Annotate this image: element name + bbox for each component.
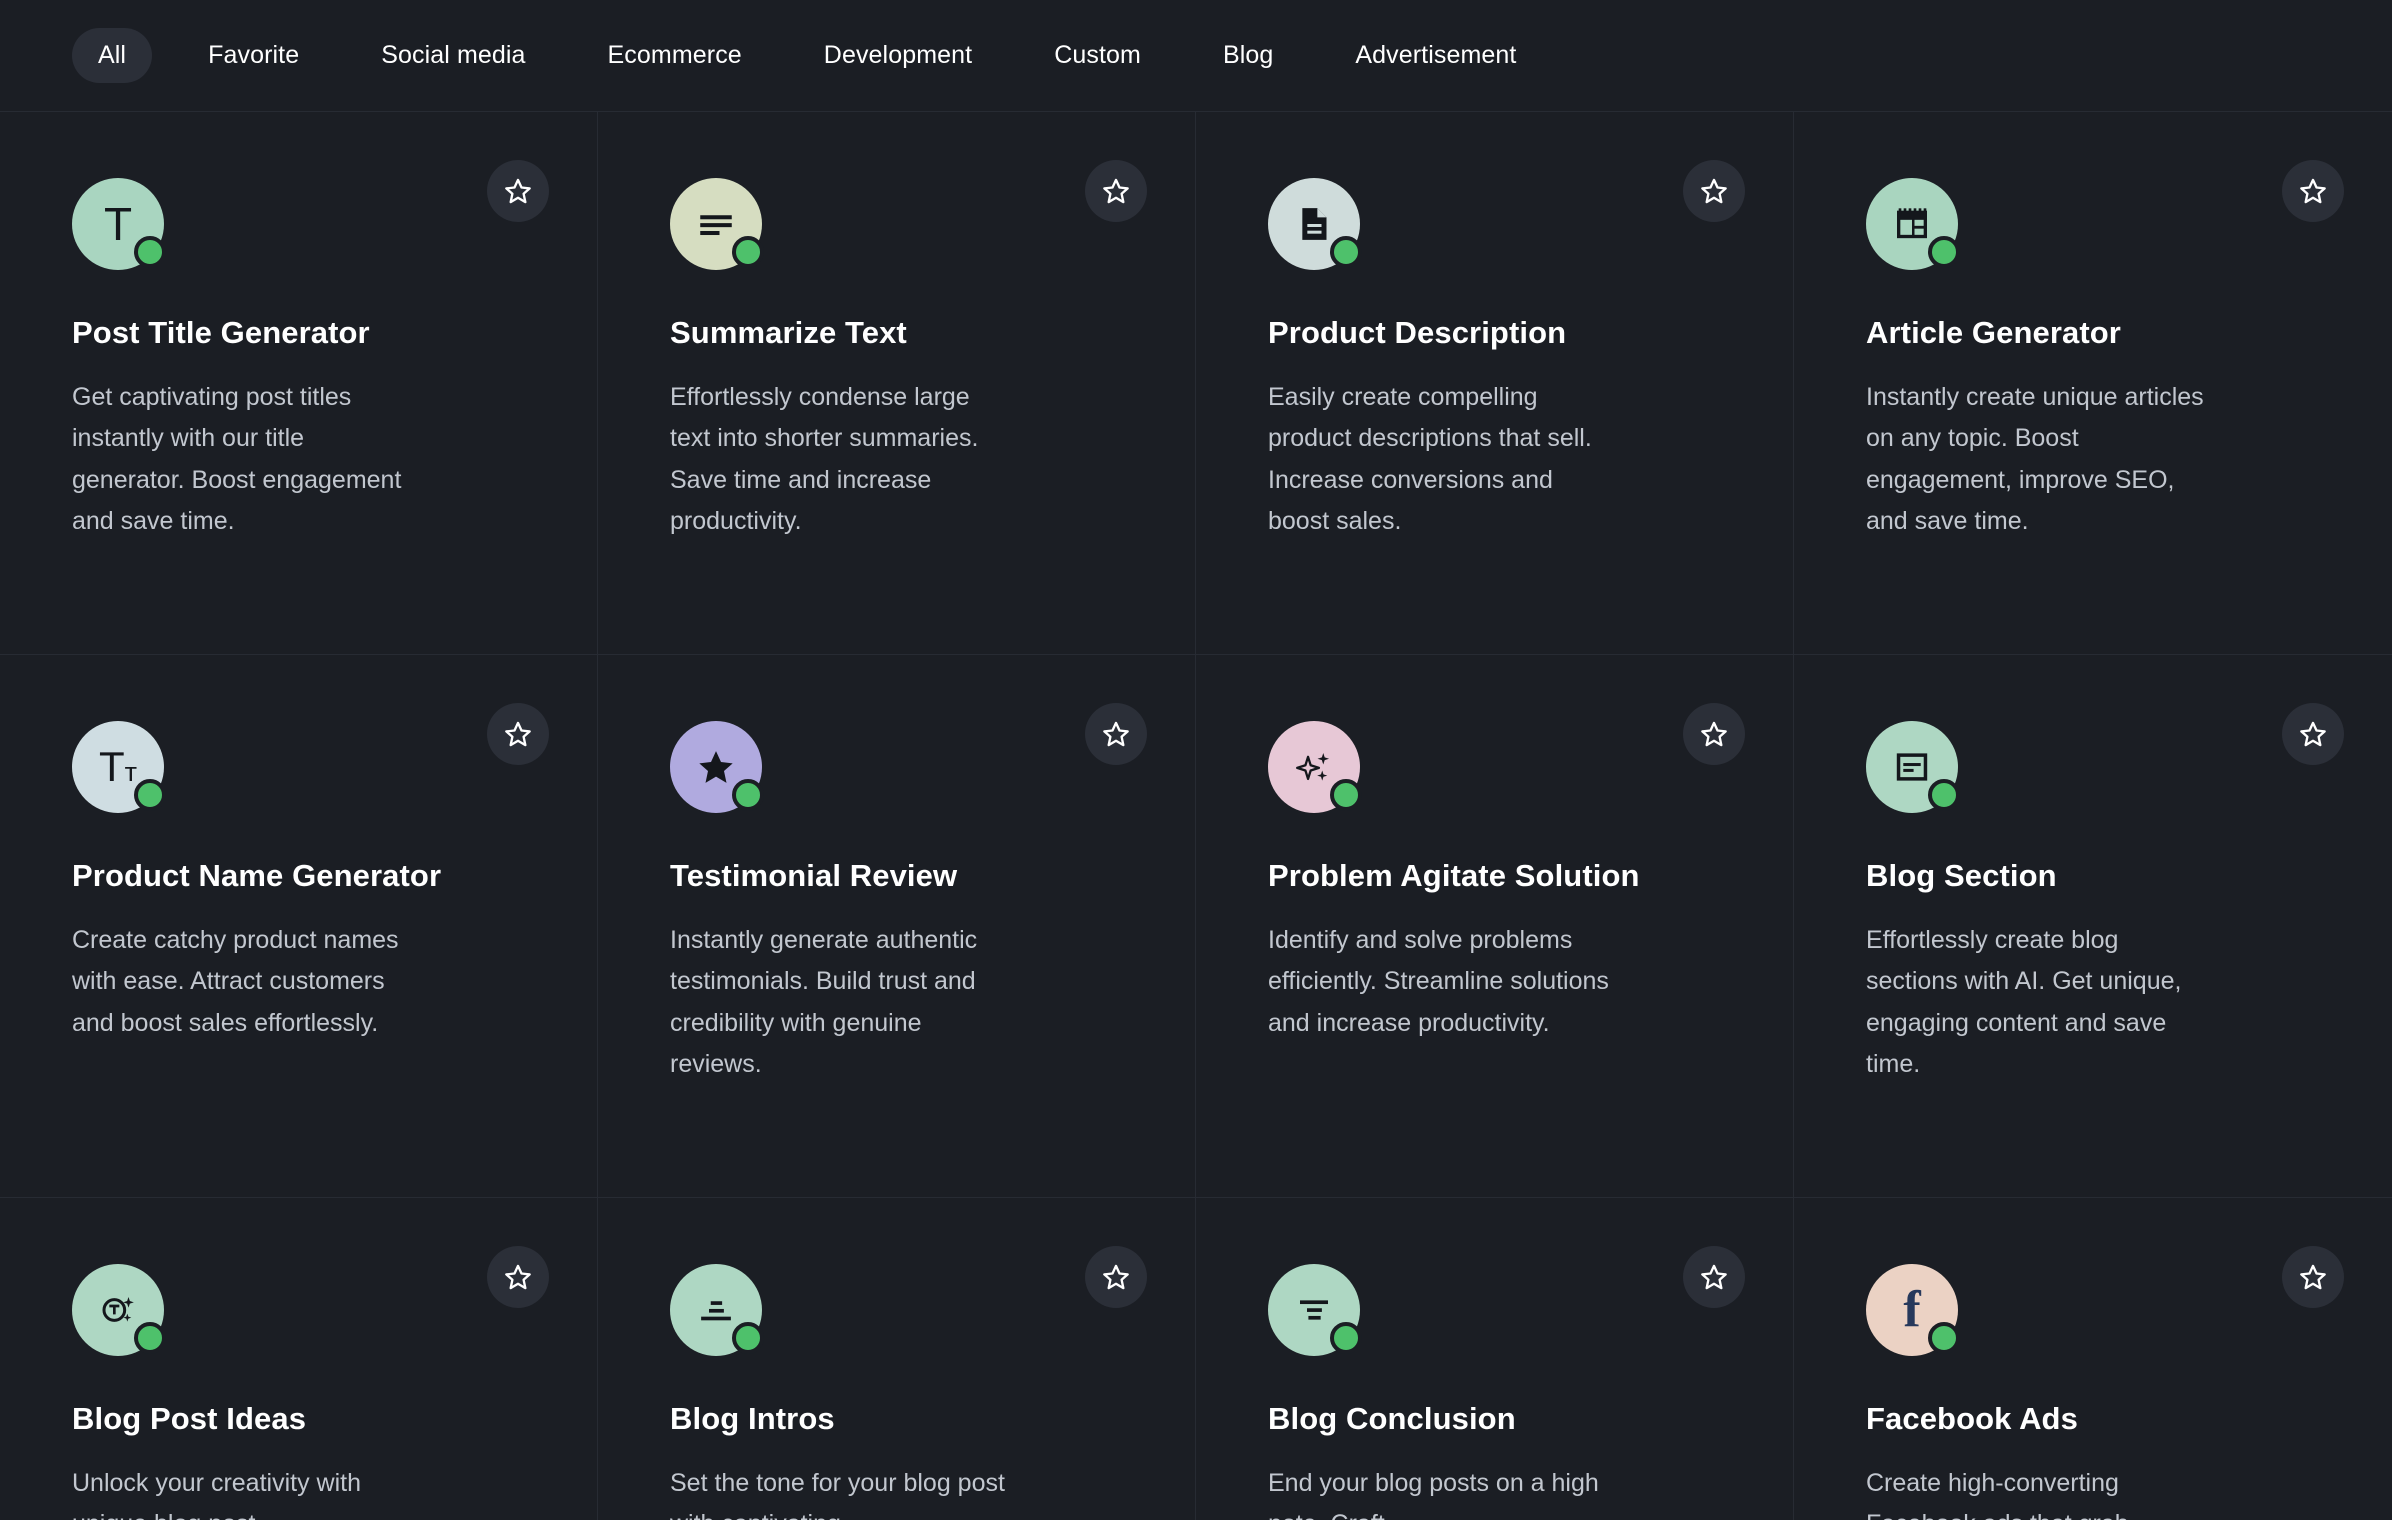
star-outline-icon [1103, 721, 1129, 747]
tab-favorite[interactable]: Favorite [182, 28, 325, 83]
tool-icon: Tт [72, 721, 166, 813]
tool-icon [670, 1264, 764, 1356]
tool-card[interactable]: T Post Title Generator Get captivating p… [0, 112, 598, 655]
card-title: Product Name Generator [72, 858, 442, 893]
card-description: Effortlessly create blog sections with A… [1866, 926, 2182, 1078]
status-dot [1928, 1322, 1960, 1354]
tool-card[interactable]: Summarize Text Effortlessly condense lar… [598, 112, 1196, 655]
card-title: Testimonial Review [670, 858, 958, 893]
star-outline-icon [2300, 721, 2326, 747]
card-description: Get captivating post titles instantly wi… [72, 383, 402, 535]
tool-icon [1268, 178, 1362, 270]
tool-card[interactable]: f Facebook Ads Create high-converting Fa… [1794, 1198, 2392, 1520]
favorite-button[interactable] [1085, 160, 1147, 222]
tab-ecommerce[interactable]: Ecommerce [582, 28, 768, 83]
card-description: Instantly create unique articles on any … [1866, 383, 2204, 535]
card-title: Blog Post Ideas [72, 1401, 307, 1436]
tab-all[interactable]: All [72, 28, 153, 83]
status-dot [732, 779, 764, 811]
tool-icon [670, 178, 764, 270]
card-description: Create catchy product names with ease. A… [72, 926, 399, 1037]
tab-blog[interactable]: Blog [1197, 28, 1299, 83]
card-description: End your blog posts on a high note. Craf… [1268, 1469, 1599, 1520]
card-title: Blog Section [1866, 858, 2057, 893]
tool-card[interactable]: Blog Intros Set the tone for your blog p… [598, 1198, 1196, 1520]
card-description: Instantly generate authentic testimonial… [670, 926, 978, 1078]
tool-icon [1866, 721, 1960, 813]
tool-icon [72, 1264, 166, 1356]
tab-advertisement[interactable]: Advertisement [1329, 28, 1542, 83]
favorite-button[interactable] [1683, 160, 1745, 222]
status-dot [134, 779, 166, 811]
star-outline-icon [2300, 1264, 2326, 1290]
tab-custom[interactable]: Custom [1028, 28, 1167, 83]
tool-icon [1268, 721, 1362, 813]
card-description: Create high-converting Facebook ads that… [1866, 1469, 2129, 1520]
status-dot [1928, 779, 1960, 811]
favorite-button[interactable] [2282, 160, 2344, 222]
tool-card[interactable]: Blog Conclusion End your blog posts on a… [1196, 1198, 1794, 1520]
card-description: Effortlessly condense large text into sh… [670, 383, 979, 535]
favorite-button[interactable] [1683, 703, 1745, 765]
status-dot [732, 236, 764, 268]
card-title: Facebook Ads [1866, 1401, 2078, 1436]
card-description: Set the tone for your blog post with cap… [670, 1469, 1005, 1520]
tool-card-grid: T Post Title Generator Get captivating p… [0, 112, 2392, 1520]
tool-card[interactable]: Problem Agitate Solution Identify and so… [1196, 655, 1794, 1198]
star-outline-icon [505, 721, 531, 747]
tool-icon [670, 721, 764, 813]
card-title: Article Generator [1866, 315, 2121, 350]
card-title: Post Title Generator [72, 315, 370, 350]
status-dot [134, 1322, 166, 1354]
status-dot [1330, 1322, 1362, 1354]
favorite-button[interactable] [2282, 1246, 2344, 1308]
tool-card[interactable]: Product Description Easily create compel… [1196, 112, 1794, 655]
status-dot [1330, 779, 1362, 811]
favorite-button[interactable] [487, 1246, 549, 1308]
star-outline-icon [1701, 1264, 1727, 1290]
tool-card[interactable]: Article Generator Instantly create uniqu… [1794, 112, 2392, 655]
tool-card[interactable]: Blog Section Effortlessly create blog se… [1794, 655, 2392, 1198]
star-outline-icon [1701, 178, 1727, 204]
card-title: Blog Intros [670, 1401, 835, 1436]
tab-social-media[interactable]: Social media [355, 28, 551, 83]
status-dot [732, 1322, 764, 1354]
favorite-button[interactable] [2282, 703, 2344, 765]
favorite-button[interactable] [1085, 1246, 1147, 1308]
card-title: Product Description [1268, 315, 1567, 350]
status-dot [134, 236, 166, 268]
favorite-button[interactable] [487, 703, 549, 765]
card-description: Identify and solve problems efficiently.… [1268, 926, 1609, 1037]
card-title: Summarize Text [670, 315, 907, 350]
card-description: Easily create compelling product descrip… [1268, 383, 1592, 535]
tool-icon [1268, 1264, 1362, 1356]
favorite-button[interactable] [1683, 1246, 1745, 1308]
tool-card[interactable]: Testimonial Review Instantly generate au… [598, 655, 1196, 1198]
status-dot [1928, 236, 1960, 268]
status-dot [1330, 236, 1362, 268]
star-outline-icon [1103, 178, 1129, 204]
tool-icon: f [1866, 1264, 1960, 1356]
favorite-button[interactable] [487, 160, 549, 222]
tab-development[interactable]: Development [798, 28, 998, 83]
star-outline-icon [1103, 1264, 1129, 1290]
tool-icon [1866, 178, 1960, 270]
card-title: Problem Agitate Solution [1268, 858, 1640, 893]
category-tabbar: All Favorite Social media Ecommerce Deve… [0, 0, 2392, 112]
tool-icon: T [72, 178, 166, 270]
card-title: Blog Conclusion [1268, 1401, 1516, 1436]
card-description: Unlock your creativity with unique blog … [72, 1469, 361, 1520]
tool-card[interactable]: Blog Post Ideas Unlock your creativity w… [0, 1198, 598, 1520]
tool-card[interactable]: Tт Product Name Generator Create catchy … [0, 655, 598, 1198]
favorite-button[interactable] [1085, 703, 1147, 765]
star-outline-icon [1701, 721, 1727, 747]
star-outline-icon [505, 1264, 531, 1290]
star-outline-icon [505, 178, 531, 204]
star-outline-icon [2300, 178, 2326, 204]
